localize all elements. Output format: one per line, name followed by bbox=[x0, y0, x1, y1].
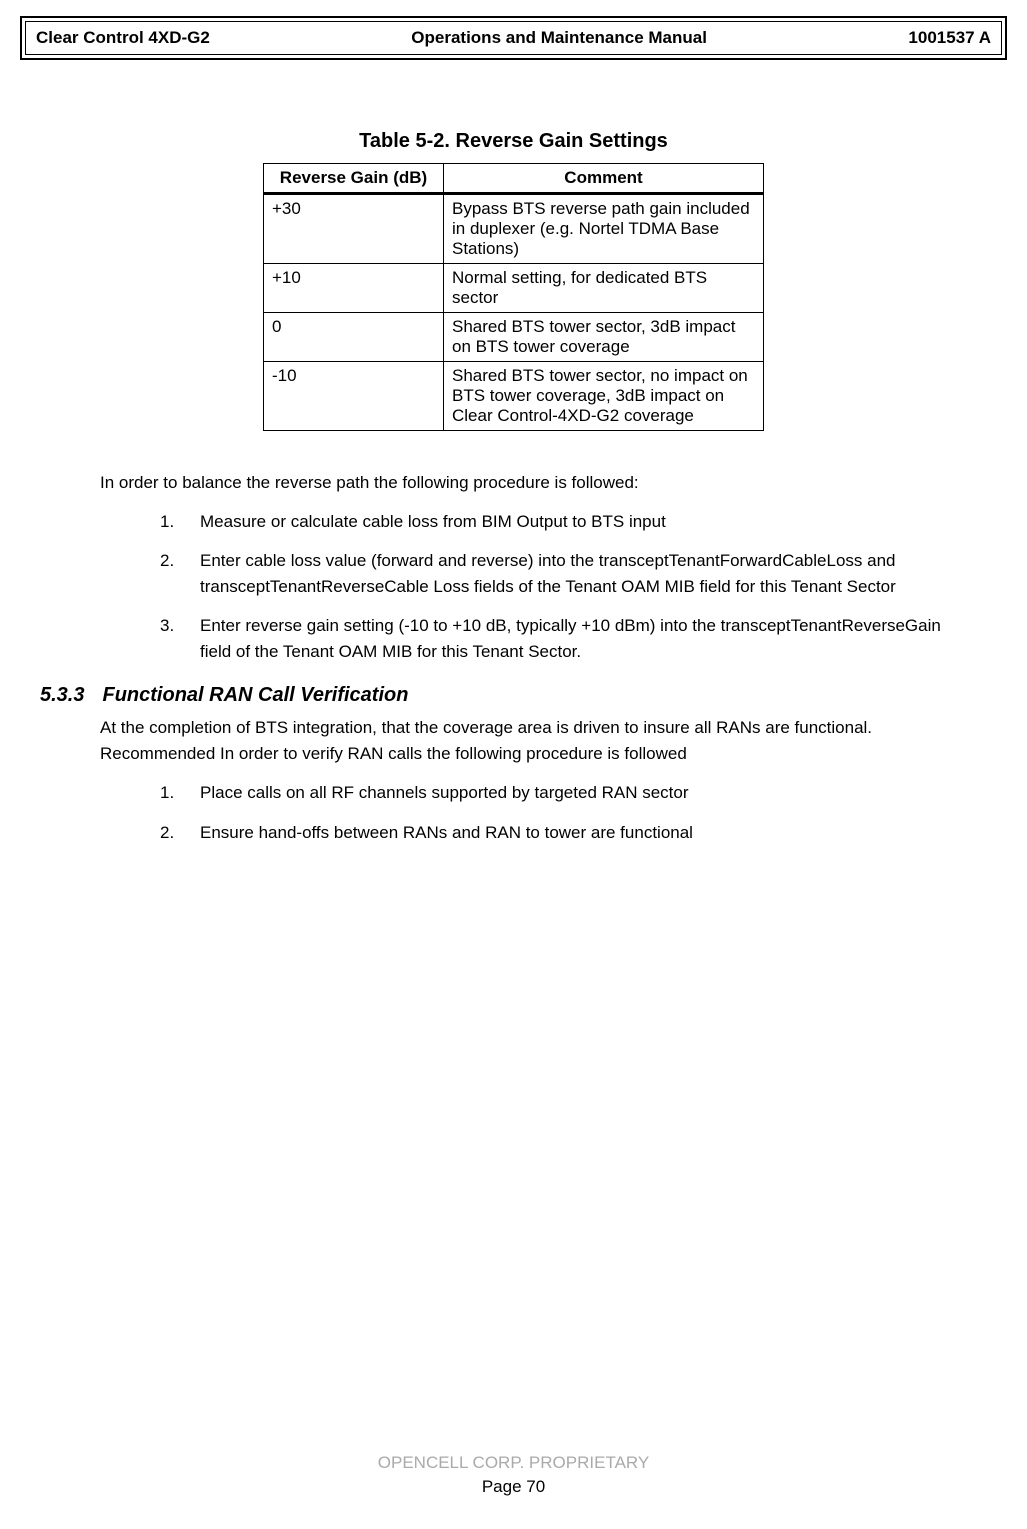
table-row: -10 Shared BTS tower sector, no impact o… bbox=[264, 362, 764, 431]
list-number: 2. bbox=[160, 820, 174, 846]
table-caption: Table 5-2. Reverse Gain Settings bbox=[40, 130, 987, 153]
page-header-box: Clear Control 4XD-G2 Operations and Main… bbox=[20, 16, 1007, 60]
list-text: Measure or calculate cable loss from BIM… bbox=[200, 512, 666, 531]
list-number: 2. bbox=[160, 548, 174, 574]
page-footer: OPENCELL CORP. PROPRIETARY Page 70 bbox=[0, 1451, 1027, 1499]
cell-comment: Shared BTS tower sector, no impact on BT… bbox=[444, 362, 764, 431]
cell-gain: +10 bbox=[264, 264, 444, 313]
footer-proprietary: OPENCELL CORP. PROPRIETARY bbox=[0, 1451, 1027, 1475]
header-center: Operations and Maintenance Manual bbox=[411, 28, 707, 48]
section-number: 5.3.3 bbox=[40, 684, 84, 707]
table-row: 0 Shared BTS tower sector, 3dB impact on… bbox=[264, 313, 764, 362]
list-item: 2. Enter cable loss value (forward and re… bbox=[160, 548, 967, 599]
procedure-list-1: 1. Measure or calculate cable loss from B… bbox=[160, 509, 967, 665]
reverse-gain-table: Reverse Gain (dB) Comment +30 Bypass BTS… bbox=[263, 163, 764, 431]
procedure-list-2: 1. Place calls on all RF channels support… bbox=[160, 780, 967, 845]
list-item: 1. Place calls on all RF channels support… bbox=[160, 780, 967, 806]
section-heading-533: 5.3.3 Functional RAN Call Verification bbox=[40, 684, 987, 707]
list-item: 2. Ensure hand-offs between RANs and RAN … bbox=[160, 820, 967, 846]
table-header-comment: Comment bbox=[444, 164, 764, 194]
section-title: Functional RAN Call Verification bbox=[102, 684, 408, 707]
header-left: Clear Control 4XD-G2 bbox=[36, 28, 210, 48]
list-number: 1. bbox=[160, 780, 174, 806]
intro-paragraph: In order to balance the reverse path the… bbox=[100, 471, 967, 495]
list-text: Place calls on all RF channels supported… bbox=[200, 783, 689, 802]
footer-page-number: Page 70 bbox=[0, 1475, 1027, 1499]
cell-gain: -10 bbox=[264, 362, 444, 431]
list-text: Enter cable loss value (forward and reve… bbox=[200, 551, 896, 596]
list-item: 3. Enter reverse gain setting (-10 to +10… bbox=[160, 613, 967, 664]
cell-gain: +30 bbox=[264, 194, 444, 264]
section-paragraph: At the completion of BTS integration, th… bbox=[100, 715, 967, 766]
cell-comment: Shared BTS tower sector, 3dB impact on B… bbox=[444, 313, 764, 362]
page-header: Clear Control 4XD-G2 Operations and Main… bbox=[25, 21, 1002, 55]
header-right: 1001537 A bbox=[908, 28, 991, 48]
list-number: 3. bbox=[160, 613, 174, 639]
cell-gain: 0 bbox=[264, 313, 444, 362]
table-header-gain: Reverse Gain (dB) bbox=[264, 164, 444, 194]
list-item: 1. Measure or calculate cable loss from B… bbox=[160, 509, 967, 535]
list-text: Ensure hand-offs between RANs and RAN to… bbox=[200, 823, 693, 842]
list-number: 1. bbox=[160, 509, 174, 535]
table-row: +10 Normal setting, for dedicated BTS se… bbox=[264, 264, 764, 313]
list-text: Enter reverse gain setting (-10 to +10 d… bbox=[200, 616, 941, 661]
table-row: +30 Bypass BTS reverse path gain include… bbox=[264, 194, 764, 264]
cell-comment: Bypass BTS reverse path gain included in… bbox=[444, 194, 764, 264]
cell-comment: Normal setting, for dedicated BTS sector bbox=[444, 264, 764, 313]
